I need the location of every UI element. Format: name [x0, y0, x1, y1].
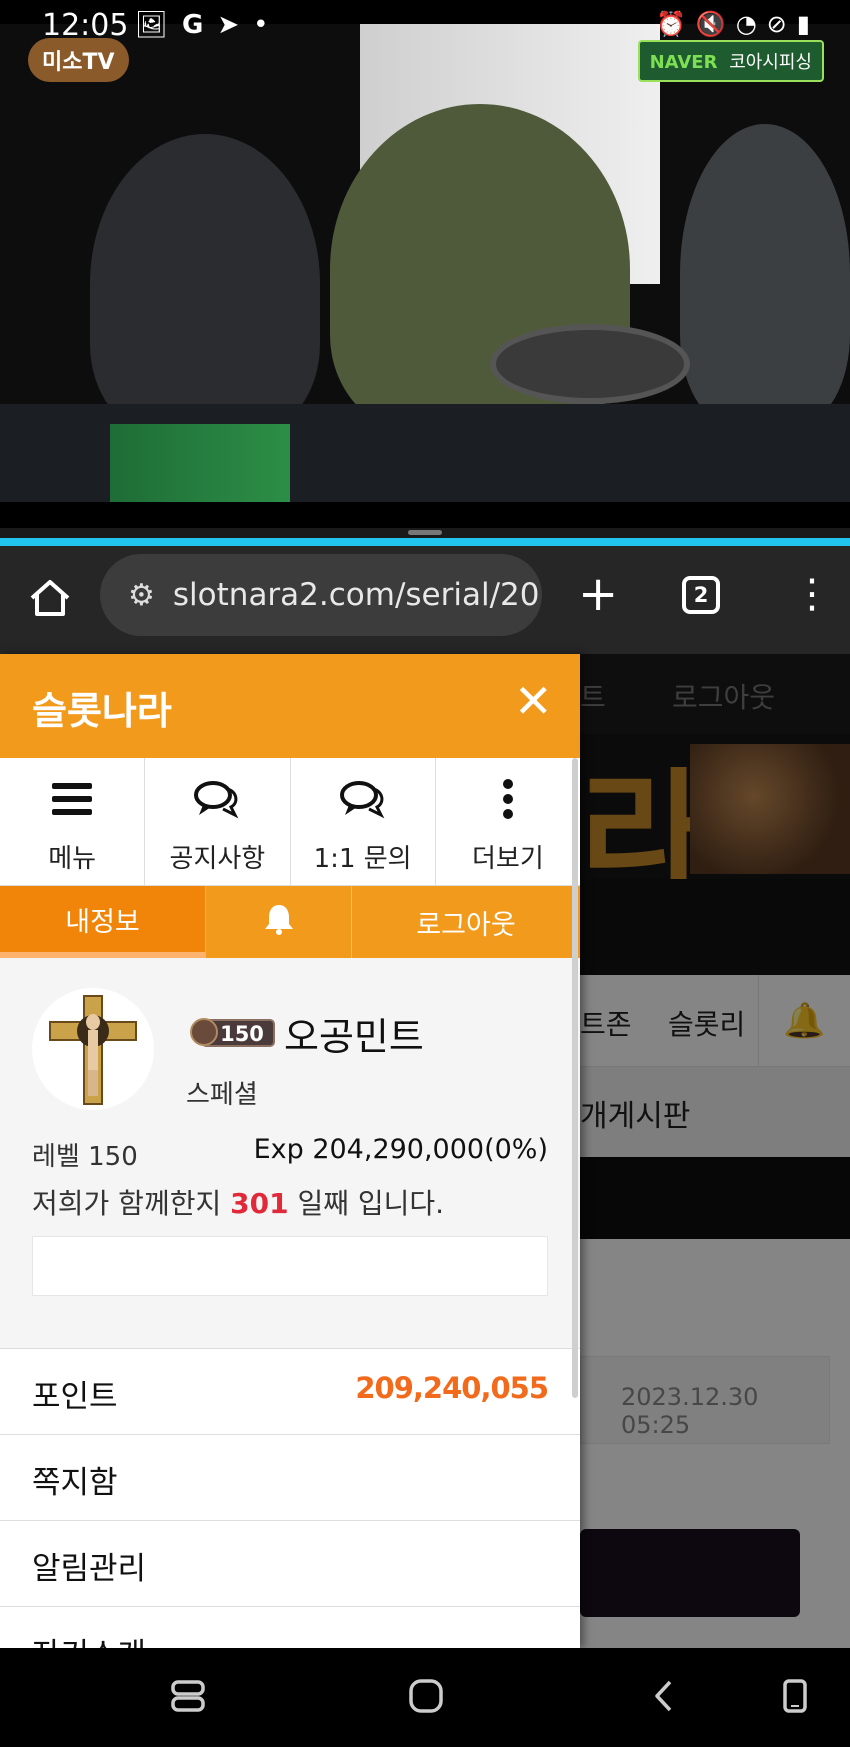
avatar[interactable]: [32, 988, 154, 1110]
drawer-menu-list: 포인트 209,240,055 쪽지함 알림관리 자기소개: [0, 1348, 580, 1648]
wifi-icon: ◔: [735, 10, 757, 38]
url-text: slotnara2.com/serial/202: [172, 577, 542, 613]
status-time: 12:05: [42, 8, 129, 43]
divider-handle[interactable]: [408, 530, 442, 535]
address-bar[interactable]: ⚙ slotnara2.com/serial/202: [100, 554, 542, 636]
drawer-tabs: 내정보 로그아웃: [0, 886, 580, 958]
new-tab-icon[interactable]: +: [578, 564, 618, 624]
menu-item-points[interactable]: 포인트 209,240,055: [0, 1348, 580, 1434]
more-vertical-icon: [501, 774, 515, 824]
battery-icon: ▮: [796, 10, 810, 38]
level-text: 레벨 150: [32, 1142, 138, 1172]
quick-menu: 메뉴 공지사항 1:1 문의 더보기: [0, 758, 580, 886]
menu-icon: [50, 774, 94, 824]
quick-menu-item-more[interactable]: 더보기: [436, 758, 580, 885]
dot-icon: •: [253, 10, 269, 40]
quick-menu-item-inquiry[interactable]: 1:1 문의: [291, 758, 436, 885]
bell-icon: [264, 903, 294, 942]
nickname: 오공민트: [284, 1015, 424, 1059]
site-settings-icon[interactable]: ⚙: [128, 578, 155, 613]
google-icon: G: [182, 10, 204, 40]
browser-toolbar: ⚙ slotnara2.com/serial/202 + 2 ⋮: [0, 546, 850, 654]
home-icon[interactable]: [28, 576, 72, 620]
back-icon[interactable]: [652, 1678, 676, 1714]
profile-card: 150 오공민트 스페셜 레벨 150 Exp 204,290,000(0%) …: [0, 958, 580, 1348]
sponsor-name: 코아시피싱: [729, 52, 812, 73]
mute-icon: 🔇: [695, 10, 726, 38]
drawer-scrollbar[interactable]: [572, 758, 578, 1398]
system-icons: ⏰ 🔇 ◔ ⊘ ▮: [656, 10, 810, 38]
menu-item-self-intro[interactable]: 자기소개: [0, 1606, 580, 1648]
chat-icon: [193, 774, 241, 824]
alarm-icon: ⏰: [655, 10, 686, 38]
quick-menu-item-menu[interactable]: 메뉴: [0, 758, 146, 885]
days-together-count: 301: [230, 1187, 289, 1220]
status-bar: 12:05 🖼 G ➤ • ⏰ 🔇 ◔ ⊘ ▮: [0, 0, 850, 48]
profile-message-box: [32, 1236, 548, 1296]
menu-item-label: 자기소개: [32, 1629, 146, 1648]
close-icon[interactable]: ✕: [514, 676, 553, 726]
video-bottles: [110, 424, 290, 502]
video-person-left: [90, 134, 320, 434]
quick-menu-label: 더보기: [471, 844, 544, 874]
tab-switcher-button[interactable]: 2: [682, 576, 720, 614]
level-badge: 150: [190, 1018, 275, 1047]
notification-icons: 🖼 G ➤ •: [135, 10, 269, 40]
video-person-right: [680, 124, 850, 424]
quick-menu-label: 메뉴: [48, 844, 97, 874]
menu-item-label: 포인트: [32, 1379, 118, 1415]
tab-logout[interactable]: 로그아웃: [352, 886, 580, 958]
drawer-header: 슬롯나라 ✕: [0, 654, 580, 758]
member-role: 스페셜: [186, 1080, 258, 1110]
tab-notifications[interactable]: [206, 886, 352, 958]
dnd-icon: ⊘: [766, 10, 787, 38]
exp-text: Exp 204,290,000(0%): [253, 1134, 548, 1165]
menu-item-label: 알림관리: [32, 1551, 147, 1587]
more-options-icon[interactable]: ⋮: [792, 574, 832, 614]
video-player[interactable]: 미소TV NAVER 코아시피싱: [0, 24, 850, 502]
days-together-suffix: 일째 입니다.: [288, 1187, 445, 1220]
video-pot: [490, 324, 690, 404]
days-together: 저희가 함께한지 301 일째 입니다.: [32, 1182, 444, 1222]
chat-icon: [339, 774, 387, 824]
points-value: 209,240,055: [355, 1371, 549, 1405]
rotate-icon[interactable]: [782, 1678, 808, 1714]
system-nav-bar: [0, 1648, 850, 1747]
menu-item-alert-settings[interactable]: 알림관리: [0, 1520, 580, 1606]
sponsor-brand: NAVER: [649, 52, 718, 73]
quick-menu-label: 1:1 문의: [313, 844, 412, 874]
image-icon: 🖼: [135, 10, 169, 40]
menu-item-messages[interactable]: 쪽지함: [0, 1434, 580, 1520]
quick-menu-label: 공지사항: [169, 844, 266, 874]
side-drawer: 슬롯나라 ✕ 메뉴 공지사항 1:1 문의 더보기 내정보 로그아웃 150 오…: [0, 654, 580, 1648]
home-button-icon[interactable]: [408, 1678, 444, 1714]
days-together-prefix: 저희가 함께한지: [32, 1187, 231, 1220]
split-screen-divider[interactable]: [0, 528, 850, 546]
telegram-icon: ➤: [217, 10, 240, 40]
quick-menu-item-notice[interactable]: 공지사항: [145, 758, 291, 885]
level-badge-text: 150: [220, 1022, 264, 1046]
recent-apps-icon[interactable]: [170, 1678, 206, 1714]
drawer-title: 슬롯나라: [32, 689, 172, 733]
tab-my-info[interactable]: 내정보: [0, 886, 206, 958]
menu-item-label: 쪽지함: [32, 1465, 118, 1501]
divider-accent: [0, 538, 850, 546]
